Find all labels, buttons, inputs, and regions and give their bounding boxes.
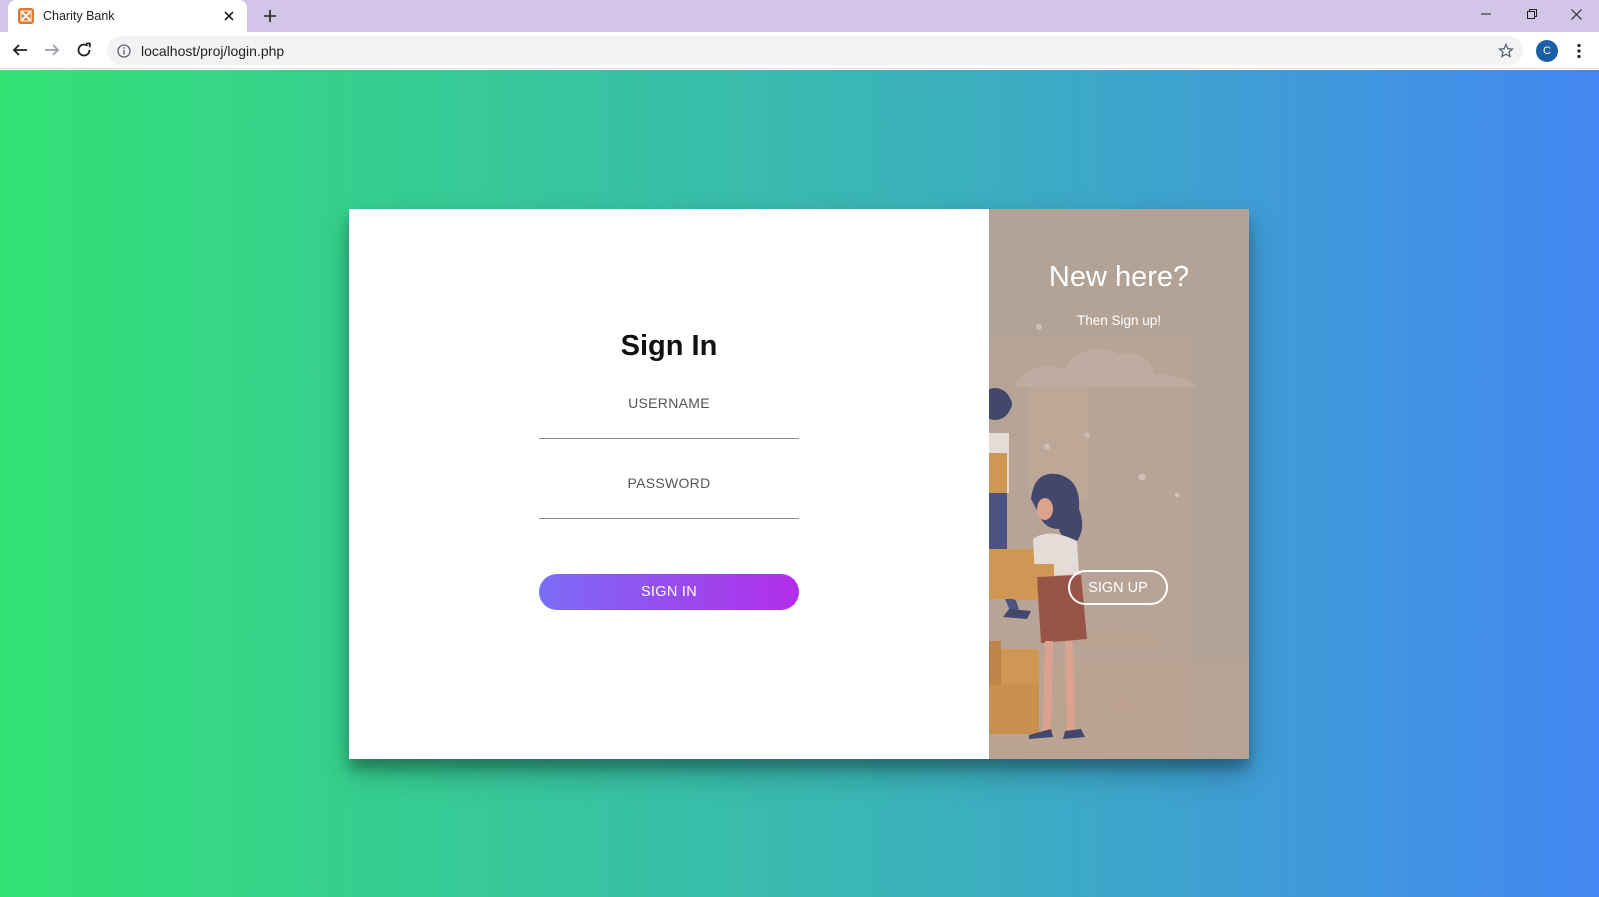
url-text[interactable]: localhost/proj/login.php [141, 43, 1497, 59]
signin-button[interactable]: SIGN IN [539, 574, 799, 610]
address-bar[interactable]: localhost/proj/login.php [107, 36, 1523, 65]
close-icon[interactable] [221, 8, 237, 24]
password-label: PASSWORD [627, 475, 711, 491]
signin-form: Sign In USERNAME PASSWORD SIGN IN [349, 209, 989, 759]
profile-avatar[interactable]: C [1536, 40, 1558, 62]
browser-tab[interactable]: Charity Bank [8, 0, 247, 32]
browser-toolbar: localhost/proj/login.php C [0, 32, 1599, 69]
minimize-icon[interactable] [1463, 0, 1509, 28]
signup-panel: New here? Then Sign up! SIGN UP [989, 209, 1249, 759]
promo-title: New here? [1048, 261, 1190, 293]
xampp-icon [18, 8, 34, 24]
arrow-right-icon[interactable] [39, 37, 65, 63]
info-icon[interactable] [116, 43, 132, 59]
plus-icon[interactable] [260, 6, 280, 26]
window-close-icon[interactable] [1553, 0, 1599, 28]
browser-tab-strip: Charity Bank [0, 0, 1599, 32]
login-card: Sign In USERNAME PASSWORD SIGN IN New he… [349, 209, 1249, 759]
promo-subtitle: Then Sign up! [1076, 313, 1162, 328]
username-input[interactable] [539, 411, 799, 439]
more-vert-icon[interactable] [1568, 40, 1590, 62]
signin-title: Sign In [620, 330, 718, 362]
page-background: Sign In USERNAME PASSWORD SIGN IN New he… [0, 70, 1599, 897]
restore-icon[interactable] [1509, 0, 1555, 28]
tab-title: Charity Bank [43, 9, 115, 23]
reload-icon[interactable] [71, 37, 97, 63]
star-icon[interactable] [1497, 42, 1515, 60]
signup-button[interactable]: SIGN UP [1068, 570, 1168, 605]
username-label: USERNAME [628, 395, 710, 411]
arrow-left-icon[interactable] [7, 37, 33, 63]
password-input[interactable] [539, 491, 799, 519]
